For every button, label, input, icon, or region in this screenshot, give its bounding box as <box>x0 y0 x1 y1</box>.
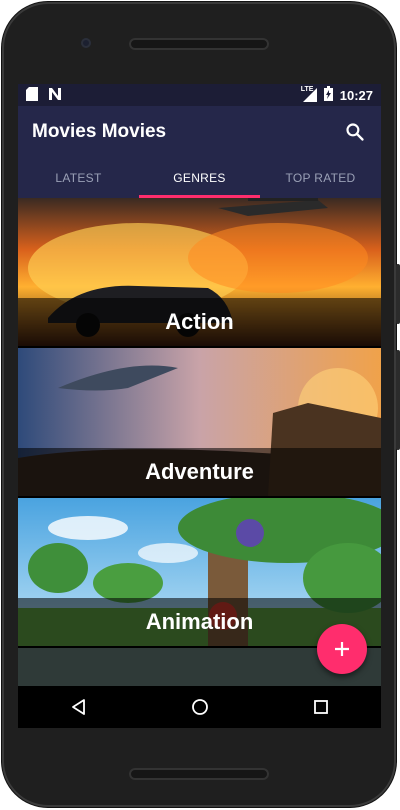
front-camera <box>81 38 91 48</box>
back-icon <box>71 699 85 715</box>
genre-label-band: Action <box>18 298 381 346</box>
battery-icon <box>323 86 333 104</box>
genre-card-action[interactable]: Action <box>18 198 381 346</box>
genre-label: Action <box>165 309 234 334</box>
signal-icon: LTE <box>300 86 317 102</box>
status-bar: LTE 10:27 <box>18 84 381 106</box>
search-button[interactable] <box>343 120 367 144</box>
tab-genres[interactable]: GENRES <box>139 158 260 198</box>
recents-icon <box>313 700 328 714</box>
tab-bar: LATEST GENRES TOP RATED <box>18 158 381 198</box>
sd-card-icon <box>26 86 38 104</box>
home-icon <box>191 699 208 715</box>
system-nav-bar <box>18 686 381 728</box>
add-icon <box>335 642 349 656</box>
power-button <box>396 350 400 450</box>
recents-button[interactable] <box>301 687 341 727</box>
clock: 10:27 <box>339 87 373 103</box>
tab-latest[interactable]: LATEST <box>18 158 139 198</box>
search-icon <box>346 123 364 141</box>
back-button[interactable] <box>59 687 99 727</box>
genre-card-adventure[interactable]: Adventure <box>18 348 381 496</box>
lte-label: LTE <box>300 86 314 93</box>
genre-label: Adventure <box>145 459 254 484</box>
genre-label: Animation <box>145 609 254 634</box>
n-notification-icon <box>48 87 62 104</box>
home-button[interactable] <box>180 687 220 727</box>
genre-list: Action Adventure Animation <box>18 198 381 686</box>
app-bar: Movies Movies <box>18 106 381 158</box>
tab-top-rated[interactable]: TOP RATED <box>260 158 381 198</box>
screen: LTE 10:27 Movies Movies LATEST GENRES TO… <box>18 84 381 686</box>
app-title: Movies Movies <box>32 121 167 142</box>
add-button[interactable] <box>317 624 367 674</box>
genre-label-band: Adventure <box>18 448 381 496</box>
genre-card-animation[interactable]: Animation <box>18 498 381 646</box>
volume-button <box>396 264 400 324</box>
bottom-speaker <box>129 768 269 780</box>
top-speaker <box>129 38 269 50</box>
